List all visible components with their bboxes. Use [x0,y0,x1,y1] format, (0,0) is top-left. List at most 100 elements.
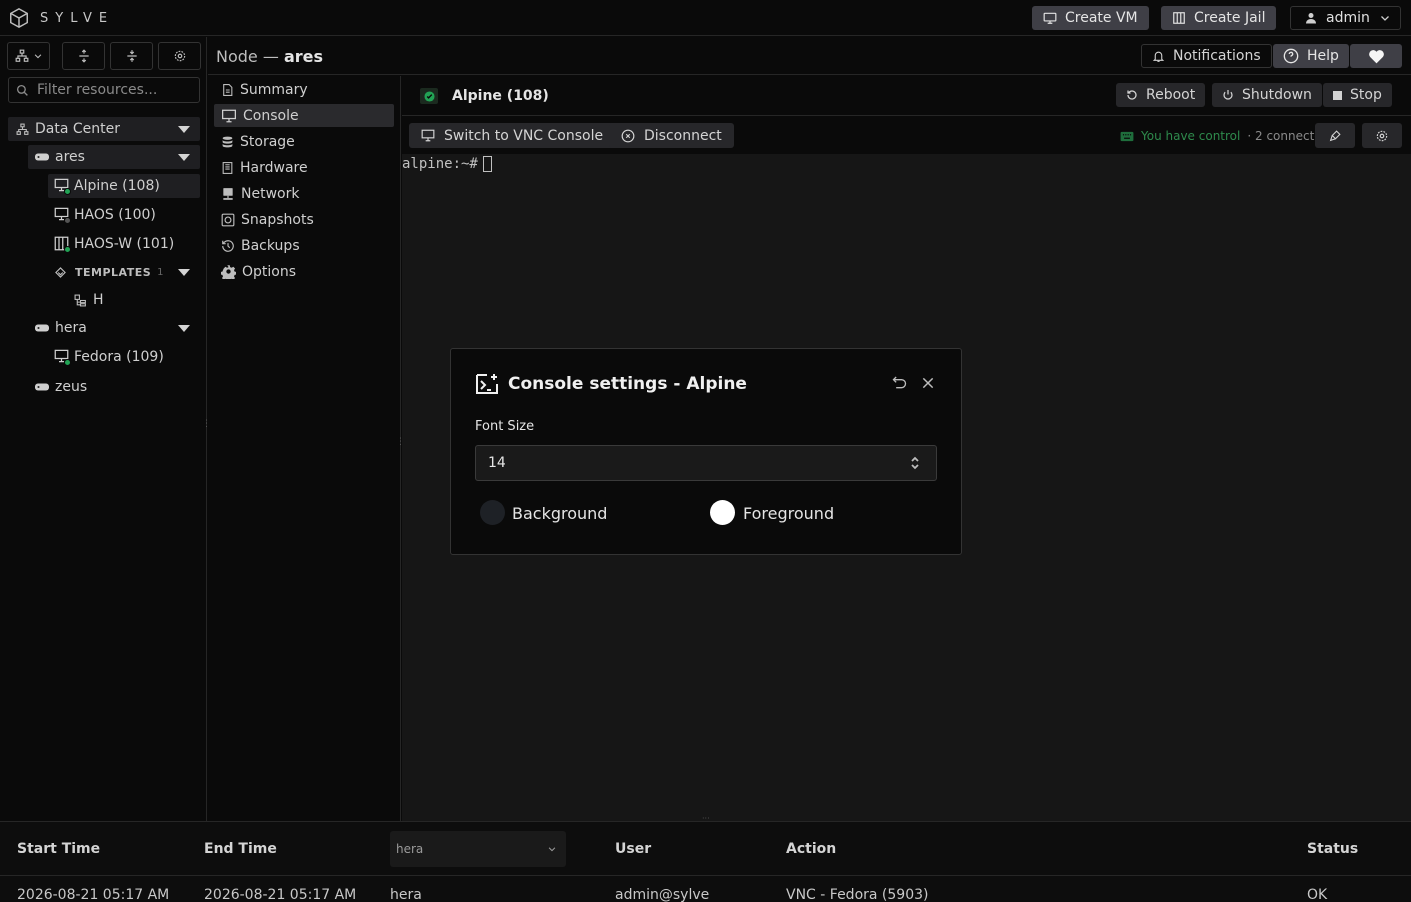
tree-item-label: HAOS-W (101) [74,236,175,252]
reset-button[interactable] [891,375,908,391]
switch-vnc-label: Switch to VNC Console [444,127,604,144]
node-menu: Summary Console Storage Hardware Network… [208,76,405,821]
tree-item-data-center[interactable]: Data Center [8,117,200,141]
background-color-swatch[interactable] [480,500,505,525]
column-header-start[interactable]: Start Time [17,841,100,857]
chevron-down-icon [33,51,43,61]
templates-count: 1 [157,266,164,278]
column-header-status[interactable]: Status [1307,841,1358,857]
menu-item-label: Snapshots [241,211,314,228]
disconnect-button[interactable]: Disconnect [609,123,734,148]
status-dot [64,217,71,224]
network-icon [221,187,235,201]
chevron-down-icon [547,844,557,854]
help-button[interactable]: Help [1273,44,1349,68]
collapse-all-button[interactable] [110,42,153,70]
tree-item-vm-alpine[interactable]: Alpine (108) [48,174,200,198]
chevron-down-icon [1379,12,1391,24]
monitor-icon [54,207,71,224]
column-header-action[interactable]: Action [786,841,836,857]
support-button[interactable] [1350,44,1402,68]
power-icon [1222,89,1234,101]
resize-handle[interactable]: ··· [702,815,712,823]
clear-console-button[interactable] [1315,123,1355,148]
column-header-end[interactable]: End Time [204,841,277,857]
menu-item-backups[interactable]: Backups [214,234,394,257]
column-header-user[interactable]: User [615,841,651,857]
menu-item-label: Console [243,107,299,124]
filter-resources-input[interactable]: Filter resources... [8,77,200,103]
caret-down-icon[interactable] [178,154,190,161]
create-jail-button[interactable]: Create Jail [1161,6,1277,30]
tree-item-jail-haos-w[interactable]: HAOS-W (101) [48,232,174,256]
expand-icon [77,49,91,63]
stop-button[interactable]: Stop [1323,83,1392,107]
console-settings-button[interactable] [1362,123,1402,148]
menu-item-label: Network [241,185,300,202]
create-vm-button[interactable]: Create VM [1032,6,1149,30]
tree-item-vm-fedora[interactable]: Fedora (109) [48,345,164,369]
tree-item-node-zeus[interactable]: zeus [28,375,87,399]
background-label: Background [512,504,608,523]
status-dot [64,246,71,253]
menu-item-options[interactable]: Options [214,260,394,283]
switch-vnc-button[interactable]: Switch to VNC Console [409,123,616,148]
caret-down-icon[interactable] [178,269,190,276]
resource-sidebar: Filter resources... Data Center ares Alp… [0,37,211,821]
search-icon [16,84,29,97]
menu-item-summary[interactable]: Summary [214,78,394,101]
foreground-color-swatch[interactable] [710,500,735,525]
menu-item-console[interactable]: Console [214,104,394,127]
caret-down-icon[interactable] [178,325,190,332]
node-prefix: Node — [216,47,284,66]
close-circle-icon [621,129,635,143]
task-log-panel: ··· Start Time End Time hera User Action… [0,815,1411,902]
foreground-label: Foreground [743,504,835,523]
node-name: ares [283,47,323,66]
bell-icon [1152,50,1165,63]
menu-item-hardware[interactable]: Hardware [214,156,394,179]
shutdown-label: Shutdown [1242,87,1312,103]
notifications-button[interactable]: Notifications [1141,44,1272,68]
monitor-icon [54,349,71,366]
font-size-input[interactable]: 14 [475,445,937,481]
sidebar-settings-button[interactable] [158,42,201,70]
tree-item-node-ares[interactable]: ares [28,145,200,169]
reboot-button[interactable]: Reboot [1116,83,1206,107]
tree-item-label: hera [55,320,87,336]
user-menu-button[interactable]: admin [1290,6,1401,30]
tree-item-vm-haos-100[interactable]: HAOS (100) [48,203,156,227]
cell-end: 2026-08-21 05:17 AM [204,887,357,902]
brush-icon [1329,129,1342,142]
app-logo[interactable]: SYLVE [8,7,114,29]
menu-item-label: Options [242,263,297,280]
hierarchy-icon [15,49,29,63]
menu-item-network[interactable]: Network [214,182,394,205]
node-filter-select[interactable]: hera [390,831,566,867]
monitor-icon [421,129,435,142]
vm-title: Alpine (108) [452,88,549,104]
tree-item-node-hera[interactable]: hera [28,316,200,340]
database-icon [221,135,234,149]
file-icon [221,83,234,97]
tree-item-label: zeus [55,379,88,395]
tree-item-label: H [93,292,104,308]
stepper-icon[interactable] [910,455,920,471]
monitor-icon [221,109,237,123]
stop-icon [1333,90,1342,100]
disconnect-label: Disconnect [644,127,722,144]
close-button[interactable] [920,375,936,391]
tree-item-templates[interactable]: TEMPLATES 1 [48,260,200,284]
tree-view-button[interactable] [7,42,50,70]
menu-item-snapshots[interactable]: Snapshots [214,208,394,231]
menu-item-storage[interactable]: Storage [214,130,394,153]
shutdown-button[interactable]: Shutdown [1212,83,1322,107]
expand-all-button[interactable] [62,42,105,70]
tree-item-template-h[interactable]: H [74,288,104,312]
menu-item-label: Storage [240,133,295,150]
user-name: admin [1326,10,1370,26]
user-icon [1305,12,1317,24]
console-settings-dialog: Console settings - Alpine Font Size 14 B… [450,348,962,555]
caret-down-icon[interactable] [178,126,190,133]
app-name: SYLVE [40,10,115,26]
